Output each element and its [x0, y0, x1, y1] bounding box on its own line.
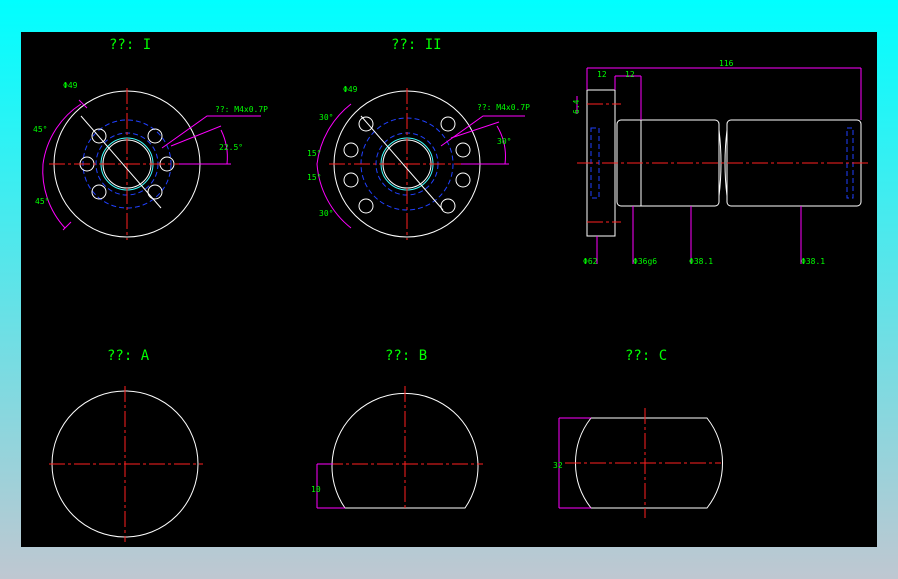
- view-a-title: ??: A: [107, 348, 150, 364]
- dim-c-32: 32: [553, 461, 563, 470]
- dim-d62: Φ62: [583, 257, 598, 266]
- angle-15b: 15°: [307, 173, 321, 182]
- drawing-sheet: ??: I ??: M4x0.7P Φ49 45° 45° 22.5° ??: …: [33, 37, 871, 542]
- angle-label-bot: 45°: [35, 197, 49, 206]
- leader-diagonal: [80, 115, 162, 209]
- view-i: ??: I ??: M4x0.7P Φ49 45° 45° 22.5°: [33, 37, 268, 240]
- view-c-title: ??: C: [625, 348, 667, 364]
- thread-label-i: ??: M4x0.7P: [215, 105, 268, 114]
- dia-label-ii: Φ49: [343, 85, 358, 94]
- side-view: 12 12 116 6.4 Φ62 Φ36g6 Φ38.1 Φ38.1: [572, 59, 871, 266]
- dim-d38b: Φ38.1: [801, 257, 825, 266]
- thread-label-ii: ??: M4x0.7P: [477, 103, 530, 112]
- view-c: ??: C 32: [553, 348, 724, 518]
- dim-116: 116: [719, 59, 734, 68]
- angle-label-top: 45°: [33, 125, 47, 134]
- view-b: ??: B 10: [311, 348, 483, 510]
- dim-d38a: Φ38.1: [689, 257, 713, 266]
- dim-d36: Φ36g6: [633, 257, 657, 266]
- angle-right-ii: 30°: [497, 137, 511, 146]
- view-ii: ??: II ??: M4x0.7P Φ49 30° 15° 15° 30° 3…: [307, 37, 530, 240]
- angle-label-right: 22.5°: [219, 143, 243, 152]
- dim-12b: 12: [625, 70, 635, 79]
- angle-30b: 30°: [319, 209, 333, 218]
- angle-30a: 30°: [319, 113, 333, 122]
- view-i-title: ??: I: [109, 37, 151, 53]
- dia-label-i: Φ49: [63, 81, 78, 90]
- view-a: ??: A: [49, 348, 203, 542]
- dim-12a: 12: [597, 70, 607, 79]
- cad-canvas[interactable]: ??: I ??: M4x0.7P Φ49 45° 45° 22.5° ??: …: [21, 32, 877, 547]
- angle-15a: 15°: [307, 149, 321, 158]
- view-b-title: ??: B: [385, 348, 427, 364]
- dim-6-4: 6.4: [572, 99, 581, 114]
- dim-b-10: 10: [311, 485, 321, 494]
- view-ii-title: ??: II: [391, 37, 442, 53]
